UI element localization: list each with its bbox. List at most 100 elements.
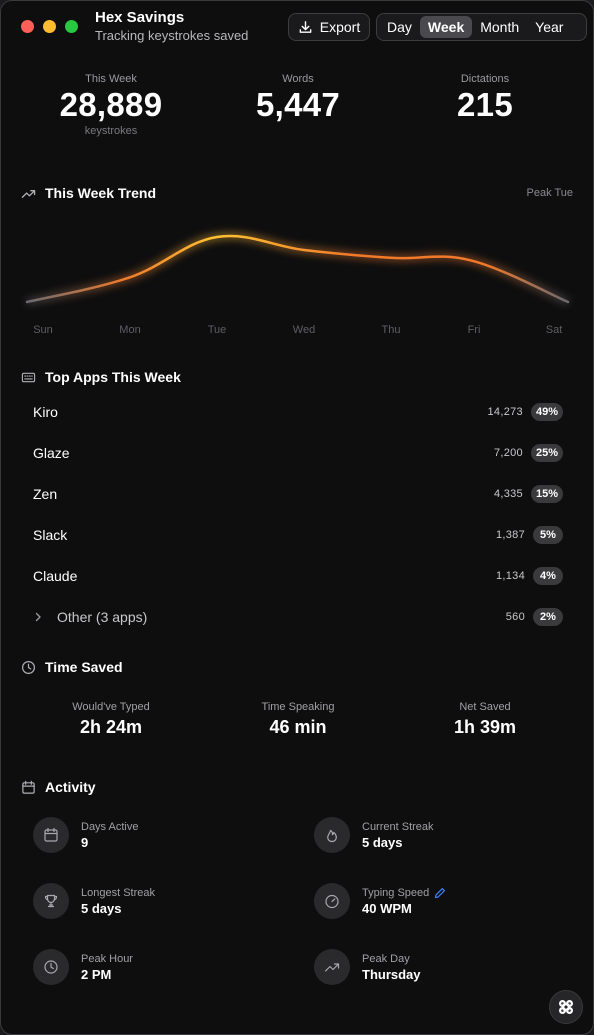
time-saved-title: Time Saved xyxy=(45,659,123,675)
time-saved-value: 1h 39m xyxy=(453,717,517,737)
app-percent-badge: 2% xyxy=(533,608,563,626)
app-count: 1,387 xyxy=(495,529,525,541)
trend-section-header: This Week Trend xyxy=(21,185,156,201)
app-name: Zen xyxy=(33,486,58,502)
app-title: Hex Savings xyxy=(95,9,185,26)
app-name: Slack xyxy=(33,527,68,543)
day-label-wed: Wed xyxy=(292,324,316,336)
activity-value: 5 days xyxy=(81,900,122,916)
stat-value: 28,889 xyxy=(59,86,163,123)
app-name: Glaze xyxy=(33,445,70,461)
edit-pencil-icon[interactable] xyxy=(434,887,446,899)
stat-this-week: This Week 28,889 keystrokes xyxy=(21,73,201,137)
clock-icon xyxy=(21,660,36,674)
activity-label: Peak Day xyxy=(362,952,410,965)
app-percent-badge: 5% xyxy=(533,526,563,544)
other-apps-disclosure[interactable]: Other (3 apps) xyxy=(33,609,506,625)
close-window-button[interactable] xyxy=(21,20,34,33)
activity-value: 40 WPM xyxy=(362,900,412,916)
app-percent-badge: 25% xyxy=(530,444,563,462)
activity-label: Peak Hour xyxy=(81,952,133,965)
activity-longest-streak: Longest Streak 5 days xyxy=(33,883,155,919)
activity-peak-hour: Peak Hour 2 PM xyxy=(33,949,133,985)
app-percent-badge: 15% xyxy=(530,485,563,503)
keyboard-icon xyxy=(21,372,36,382)
activity-section-header: Activity xyxy=(21,779,96,795)
stat-dictations: Dictations 215 xyxy=(395,73,575,124)
activity-value: Thursday xyxy=(362,966,421,982)
activity-label: Typing Speed xyxy=(362,886,430,899)
app-name: Claude xyxy=(33,568,78,584)
trend-chart xyxy=(25,232,570,306)
floating-app-button[interactable] xyxy=(549,990,583,1024)
stat-label: This Week xyxy=(85,73,137,85)
export-button[interactable]: Export xyxy=(288,13,370,41)
zoom-window-button[interactable] xyxy=(65,20,78,33)
trend-up-icon xyxy=(21,189,36,198)
app-name: Kiro xyxy=(33,404,58,420)
stat-value: 215 xyxy=(457,86,513,123)
trend-line-glow xyxy=(26,232,570,306)
stat-unit: keystrokes xyxy=(84,125,138,137)
range-year[interactable]: Year xyxy=(527,16,571,38)
app-count: 1,134 xyxy=(495,570,525,582)
calendar-icon xyxy=(33,817,69,853)
activity-typing-speed: Typing Speed 40 WPM xyxy=(314,883,446,919)
activity-value: 2 PM xyxy=(81,966,112,982)
time-saved-label: Time Speaking xyxy=(261,701,335,713)
app-row-glaze[interactable]: Glaze 7,200 25% xyxy=(33,441,563,465)
day-label-thu: Thu xyxy=(381,324,401,336)
trend-peak-label: Peak Tue xyxy=(526,187,573,199)
activity-value: 5 days xyxy=(362,834,403,850)
app-row-slack[interactable]: Slack 1,387 5% xyxy=(33,523,563,547)
activity-label: Longest Streak xyxy=(81,886,155,899)
gauge-icon xyxy=(314,883,350,919)
time-saved-label: Would've Typed xyxy=(72,701,150,713)
app-count: 560 xyxy=(505,611,525,623)
app-row-zen[interactable]: Zen 4,335 15% xyxy=(33,482,563,506)
download-icon xyxy=(299,20,312,33)
app-count: 4,335 xyxy=(493,488,523,500)
chevron-right-icon xyxy=(35,612,41,622)
time-saved-net: Net Saved 1h 39m xyxy=(395,701,575,738)
activity-current-streak: Current Streak 5 days xyxy=(314,817,434,853)
export-label: Export xyxy=(319,19,361,35)
range-month[interactable]: Month xyxy=(472,16,527,38)
top-apps-section-header: Top Apps This Week xyxy=(21,369,181,385)
day-label-tue: Tue xyxy=(207,324,227,336)
time-saved-section-header: Time Saved xyxy=(21,659,123,675)
trophy-icon xyxy=(33,883,69,919)
app-row-other[interactable]: Other (3 apps) 560 2% xyxy=(33,605,563,629)
time-saved-value: 46 min xyxy=(269,717,327,737)
trend-up-icon xyxy=(314,949,350,985)
day-label-fri: Fri xyxy=(467,324,481,336)
app-row-kiro[interactable]: Kiro 14,273 49% xyxy=(33,400,563,424)
activity-peak-day: Peak Day Thursday xyxy=(314,949,421,985)
stat-label: Words xyxy=(282,73,314,85)
app-percent-badge: 4% xyxy=(533,567,563,585)
app-percent-badge: 49% xyxy=(530,403,563,421)
time-saved-value: 2h 24m xyxy=(79,717,143,737)
flame-icon xyxy=(314,817,350,853)
app-row-claude[interactable]: Claude 1,134 4% xyxy=(33,564,563,588)
day-label-sun: Sun xyxy=(33,324,53,336)
range-segmented-control: Day Week Month Year xyxy=(376,13,587,41)
minimize-window-button[interactable] xyxy=(43,20,56,33)
time-saved-label: Net Saved xyxy=(459,701,511,713)
calendar-icon xyxy=(22,780,35,794)
range-day[interactable]: Day xyxy=(379,16,420,38)
clock-icon xyxy=(33,949,69,985)
stat-label: Dictations xyxy=(460,73,510,85)
trend-title: This Week Trend xyxy=(45,185,156,201)
app-subtitle: Tracking keystrokes saved xyxy=(95,28,249,43)
time-saved-speaking: Time Speaking 46 min xyxy=(208,701,388,738)
activity-label: Days Active xyxy=(81,820,139,833)
activity-value: 9 xyxy=(81,834,89,850)
stat-words: Words 5,447 xyxy=(208,73,388,124)
activity-label: Current Streak xyxy=(362,820,434,833)
range-week[interactable]: Week xyxy=(419,16,473,38)
app-count: 7,200 xyxy=(493,447,523,459)
activity-label-row: Typing Speed xyxy=(362,887,446,899)
activity-title: Activity xyxy=(45,779,96,795)
app-count: 14,273 xyxy=(487,406,523,418)
